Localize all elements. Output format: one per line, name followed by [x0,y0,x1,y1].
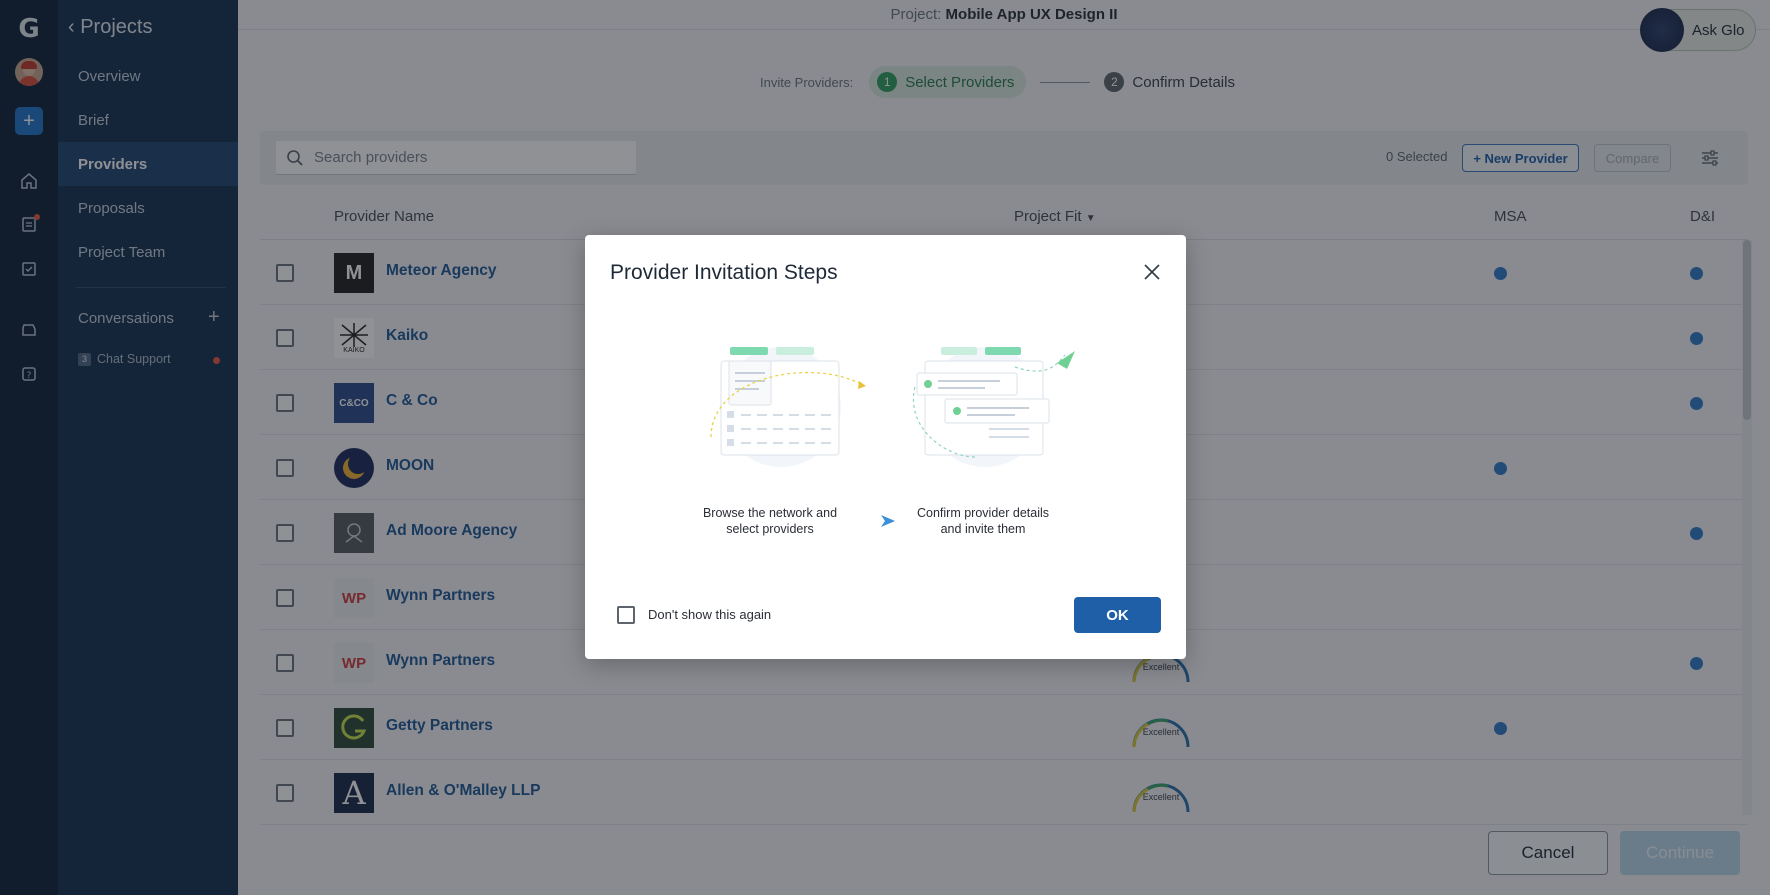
step1-caption-line1: Browse the network and [702,506,838,520]
confirm-details-illustration [905,337,1085,477]
dont-show-again-label[interactable]: Don't show this again [648,607,771,622]
provider-invitation-dialog: Provider Invitation Steps Browse the net… [585,235,1186,659]
step1-caption: Browse the network and select providers [695,505,845,537]
next-step-arrow-icon [880,514,896,528]
ok-button[interactable]: OK [1074,597,1161,633]
step2-caption-line1: Confirm provider details [917,506,1049,520]
step2-caption: Confirm provider details and invite them [903,505,1063,537]
close-icon[interactable] [1140,260,1164,284]
step1-caption-line2: select providers [726,522,814,536]
dialog-title: Provider Invitation Steps [610,261,838,284]
step2-caption-line2: and invite them [940,522,1026,536]
dont-show-again-checkbox[interactable] [617,606,635,624]
browse-network-illustration [701,337,871,477]
